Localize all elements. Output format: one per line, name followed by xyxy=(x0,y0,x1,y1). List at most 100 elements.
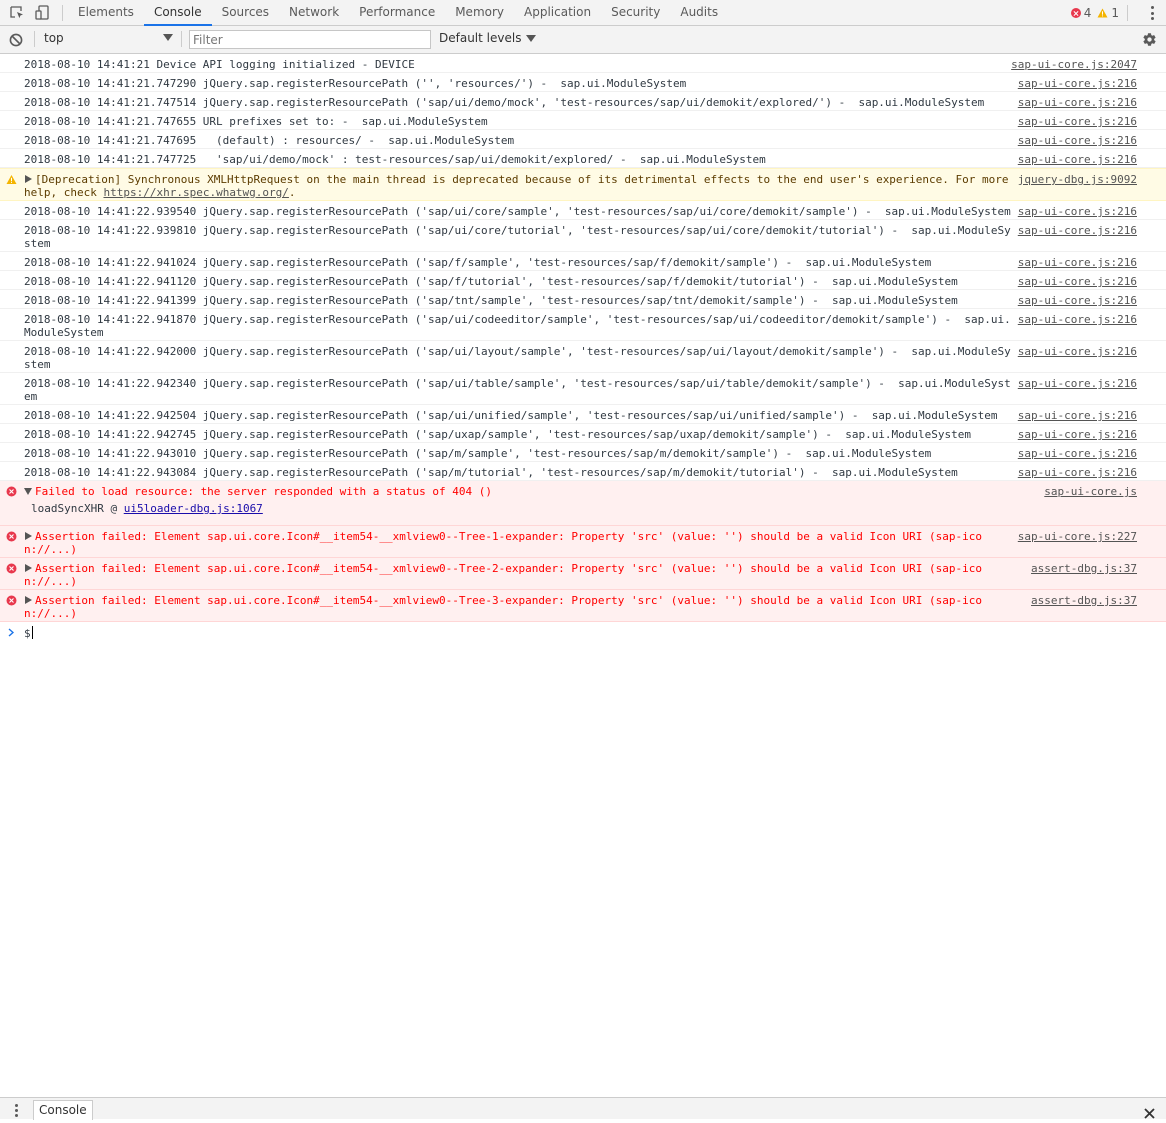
message-text: 2018-08-10 14:41:22.943010 jQuery.sap.re… xyxy=(24,447,1014,460)
expand-triangle-icon[interactable] xyxy=(25,596,32,604)
clear-console-icon[interactable] xyxy=(9,32,23,47)
stack-at: @ xyxy=(110,502,118,515)
tab-memory[interactable]: Memory xyxy=(445,0,514,26)
message-source-link[interactable]: sap-ui-core.js:216 xyxy=(1018,77,1137,90)
console-prompt[interactable]: $ xyxy=(0,622,1166,641)
expand-triangle-icon[interactable] xyxy=(25,532,32,540)
inspect-element-icon[interactable] xyxy=(8,4,26,22)
error-icon xyxy=(6,531,17,542)
console-messages: 2018-08-10 14:41:21 Device API logging i… xyxy=(0,54,1166,641)
error-count: 4 xyxy=(1083,6,1092,20)
counters-divider xyxy=(1127,5,1128,21)
message-source-link[interactable]: sap-ui-core.js xyxy=(1044,485,1137,498)
message-source-link[interactable]: sap-ui-core.js:216 xyxy=(1018,256,1137,269)
tab-audits[interactable]: Audits xyxy=(670,0,728,26)
console-filter-input[interactable] xyxy=(189,30,431,49)
tab-application[interactable]: Application xyxy=(514,0,601,26)
tab-network[interactable]: Network xyxy=(279,0,349,26)
message-body: 2018-08-10 14:41:22.943084 jQuery.sap.re… xyxy=(24,466,958,479)
console-log-message: 2018-08-10 14:41:22.943084 jQuery.sap.re… xyxy=(0,462,1166,481)
message-source-link[interactable]: sap-ui-core.js:216 xyxy=(1018,275,1137,288)
message-source-link[interactable]: sap-ui-core.js:216 xyxy=(1018,153,1137,166)
text-caret xyxy=(31,626,33,639)
message-text: 2018-08-10 14:41:22.941120 jQuery.sap.re… xyxy=(24,275,1014,288)
message-source-link[interactable]: sap-ui-core.js:227 xyxy=(1018,530,1137,543)
message-source-link[interactable]: sap-ui-core.js:216 xyxy=(1018,428,1137,441)
message-source-link[interactable]: sap-ui-core.js:216 xyxy=(1018,377,1137,390)
tab-console[interactable]: Console xyxy=(143,0,212,26)
message-body: 2018-08-10 14:41:22.943010 jQuery.sap.re… xyxy=(24,447,932,460)
message-body: 2018-08-10 14:41:21.747655 URL prefixes … xyxy=(24,115,488,128)
message-body: Assertion failed: Element sap.ui.core.Ic… xyxy=(24,562,983,588)
message-source-link[interactable]: sap-ui-core.js:216 xyxy=(1018,313,1137,326)
stack-trace: loadSyncXHR @ ui5loader-dbg.js:1067 xyxy=(24,498,1166,524)
expand-triangle-icon[interactable] xyxy=(25,175,32,183)
message-body: 2018-08-10 14:41:22.941120 jQuery.sap.re… xyxy=(24,275,958,288)
expand-triangle-icon[interactable] xyxy=(25,564,32,572)
console-log-message: 2018-08-10 14:41:21.747725 'sap/ui/demo/… xyxy=(0,149,1166,168)
panel-tabs: Elements Console Sources Network Performance… xyxy=(68,0,728,26)
message-text: 2018-08-10 14:41:22.941399 jQuery.sap.re… xyxy=(24,294,1014,307)
prompt-chevron-icon xyxy=(8,628,14,637)
message-text: 2018-08-10 14:41:22.939810 jQuery.sap.re… xyxy=(24,224,1014,250)
message-suffix: . xyxy=(288,186,296,199)
message-source-link[interactable]: jquery-dbg.js:9092 xyxy=(1018,173,1137,186)
message-text: 2018-08-10 14:41:22.941024 jQuery.sap.re… xyxy=(24,256,1014,269)
message-body: Assertion failed: Element sap.ui.core.Ic… xyxy=(24,530,983,556)
collapse-triangle-icon[interactable] xyxy=(24,488,32,495)
message-text: 2018-08-10 14:41:22.942340 jQuery.sap.re… xyxy=(24,377,1014,403)
tab-sources[interactable]: Sources xyxy=(212,0,279,26)
message-source-link[interactable]: sap-ui-core.js:216 xyxy=(1018,96,1137,109)
device-toolbar-icon[interactable] xyxy=(34,4,52,22)
message-body: 2018-08-10 14:41:22.942745 jQuery.sap.re… xyxy=(24,428,972,441)
toolbar-divider xyxy=(34,31,35,47)
console-error-message: Failed to load resource: the server resp… xyxy=(0,481,1166,526)
message-link[interactable]: https://xhr.spec.whatwg.org/ xyxy=(103,186,288,199)
drawer-menu-icon[interactable] xyxy=(14,1104,18,1117)
drawer-bar: Console xyxy=(0,1097,1166,1120)
message-source-link[interactable]: sap-ui-core.js:216 xyxy=(1018,115,1137,128)
console-log-message: 2018-08-10 14:41:22.941120 jQuery.sap.re… xyxy=(0,271,1166,290)
devtools-tabbar: Elements Console Sources Network Performance… xyxy=(0,0,1166,26)
message-text: [Deprecation] Synchronous XMLHttpRequest… xyxy=(24,173,1014,199)
message-source-link[interactable]: sap-ui-core.js:216 xyxy=(1018,447,1137,460)
message-text: Assertion failed: Element sap.ui.core.Ic… xyxy=(24,530,1014,556)
execution-context-select[interactable]: top xyxy=(44,31,64,45)
message-body: 2018-08-10 14:41:21.747725 'sap/ui/demo/… xyxy=(24,153,766,166)
drawer-tab-console[interactable]: Console xyxy=(33,1100,93,1120)
console-log-message: 2018-08-10 14:41:22.942745 jQuery.sap.re… xyxy=(0,424,1166,443)
toolbar-divider xyxy=(62,5,63,21)
tab-security[interactable]: Security xyxy=(601,0,670,26)
stack-source-link[interactable]: ui5loader-dbg.js:1067 xyxy=(124,502,263,515)
log-levels-dropdown[interactable]: Default levels xyxy=(439,31,537,45)
message-text: 2018-08-10 14:41:21 Device API logging i… xyxy=(24,58,1014,71)
issue-counters[interactable]: 4 1 xyxy=(1070,5,1128,21)
error-count-icon xyxy=(1070,8,1081,18)
message-source-link[interactable]: sap-ui-core.js:216 xyxy=(1018,466,1137,479)
message-body: 2018-08-10 14:41:22.942504 jQuery.sap.re… xyxy=(24,409,998,422)
message-source-link[interactable]: sap-ui-core.js:216 xyxy=(1018,294,1137,307)
error-icon xyxy=(6,595,17,606)
console-log-message: 2018-08-10 14:41:21.747655 URL prefixes … xyxy=(0,111,1166,130)
message-source-link[interactable]: sap-ui-core.js:216 xyxy=(1018,409,1137,422)
tab-elements[interactable]: Elements xyxy=(68,0,144,26)
message-source-link[interactable]: sap-ui-core.js:2047 xyxy=(1011,58,1137,71)
message-source-link[interactable]: sap-ui-core.js:216 xyxy=(1018,224,1137,237)
message-source-link[interactable]: sap-ui-core.js:216 xyxy=(1018,345,1137,358)
console-settings-gear-icon[interactable] xyxy=(1142,32,1157,47)
message-source-link[interactable]: sap-ui-core.js:216 xyxy=(1018,134,1137,147)
console-log-message: 2018-08-10 14:41:22.939810 jQuery.sap.re… xyxy=(0,220,1166,252)
context-dropdown-arrow-icon[interactable] xyxy=(163,34,173,41)
message-source-link[interactable]: assert-dbg.js:37 xyxy=(1031,562,1137,575)
message-source-link[interactable]: assert-dbg.js:37 xyxy=(1031,594,1137,607)
console-log-message: 2018-08-10 14:41:21.747695 (default) : r… xyxy=(0,130,1166,149)
message-text: 2018-08-10 14:41:22.943084 jQuery.sap.re… xyxy=(24,466,1014,479)
customize-devtools-menu-icon[interactable] xyxy=(1150,6,1154,20)
error-icon xyxy=(6,563,17,574)
close-drawer-icon[interactable] xyxy=(1144,1104,1155,1119)
message-source-link[interactable]: sap-ui-core.js:216 xyxy=(1018,205,1137,218)
console-log-message: 2018-08-10 14:41:21.747290 jQuery.sap.re… xyxy=(0,73,1166,92)
console-error-message: Assertion failed: Element sap.ui.core.Ic… xyxy=(0,526,1166,558)
prompt-text: $ xyxy=(24,627,31,640)
tab-performance[interactable]: Performance xyxy=(349,0,445,26)
